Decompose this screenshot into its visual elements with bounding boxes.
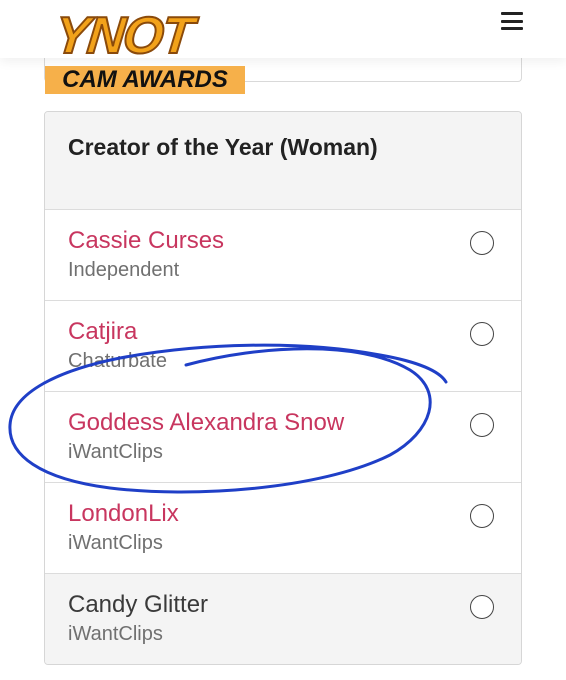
ynot-cam-awards-logo[interactable]: YNOT CAM AWARDS — [45, 6, 245, 96]
nominee-platform: iWantClips — [68, 532, 163, 554]
category-header: Creator of the Year (Woman) — [45, 112, 521, 210]
radio-button[interactable] — [470, 504, 494, 528]
category-card: Creator of the Year (Woman) Cassie Curse… — [44, 111, 522, 665]
nominee-platform: Independent — [68, 259, 180, 281]
hamburger-menu-icon[interactable] — [501, 12, 523, 30]
radio-button[interactable] — [470, 231, 494, 255]
nominee-name: Cassie Curses — [68, 227, 225, 254]
nominee-option[interactable]: Candy Glitter iWantClips — [45, 574, 521, 664]
category-title: Creator of the Year (Woman) — [68, 134, 378, 160]
nominee-platform: Chaturbate — [68, 350, 167, 372]
nominee-platform: iWantClips — [68, 623, 163, 645]
nominee-option[interactable]: LondonLix iWantClips — [45, 483, 521, 574]
logo-subtitle: CAM AWARDS — [45, 66, 245, 94]
nominee-name: LondonLix — [68, 500, 179, 527]
radio-button[interactable] — [470, 595, 494, 619]
nominee-platform: iWantClips — [68, 441, 163, 463]
nominee-name: Catjira — [68, 318, 138, 345]
nominee-option[interactable]: Goddess Alexandra Snow iWantClips — [45, 392, 521, 483]
nominee-option[interactable]: Catjira Chaturbate — [45, 301, 521, 392]
nominee-name: Candy Glitter — [68, 591, 209, 618]
nominee-option[interactable]: Cassie Curses Independent — [45, 210, 521, 301]
radio-button[interactable] — [470, 322, 494, 346]
nominee-name: Goddess Alexandra Snow — [68, 409, 345, 436]
radio-button[interactable] — [470, 413, 494, 437]
logo-wordmark: YNOT — [51, 6, 196, 66]
